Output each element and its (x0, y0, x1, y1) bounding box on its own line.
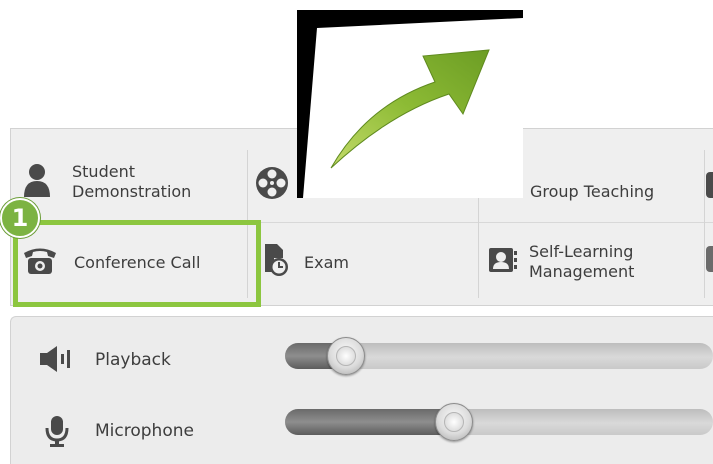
playback-slider-handle[interactable] (327, 337, 365, 375)
speaker-icon (40, 344, 74, 378)
column-divider (478, 190, 479, 298)
film-reel-icon (255, 166, 289, 204)
grid-item-exam[interactable]: Exam (262, 240, 472, 284)
playback-label: Playback (95, 350, 171, 370)
microphone-slider-fill (285, 409, 455, 435)
conference-call-highlight (13, 220, 261, 307)
green-arrow-icon (297, 10, 523, 198)
grid-item-student-demonstration[interactable]: Student Demonstration (22, 152, 247, 212)
grid-item-partial[interactable] (706, 244, 713, 274)
step-number-badge: 1 (0, 198, 40, 238)
self-learning-icon (487, 245, 519, 279)
grid-item-partial[interactable] (706, 170, 713, 200)
grid-item-label: Self-Learning Management (529, 242, 635, 281)
grid-item-label: Exam (304, 252, 349, 272)
microphone-slider-track[interactable] (285, 409, 713, 435)
audio-settings-panel (10, 316, 713, 464)
microphone-label: Microphone (95, 421, 194, 441)
green-arrow-graphic (297, 10, 523, 198)
partial-icon (706, 246, 713, 272)
exam-clock-icon (262, 242, 290, 282)
column-divider (704, 150, 705, 298)
microphone-icon (44, 415, 70, 451)
grid-item-self-learning-management[interactable]: Self-Learning Management (487, 232, 702, 292)
person-icon (22, 161, 62, 203)
microphone-slider-handle[interactable] (435, 403, 473, 441)
grid-item-group-teaching[interactable]: Group Teaching (530, 176, 700, 206)
partial-icon (706, 172, 713, 198)
grid-item-label: Student Demonstration (72, 162, 192, 201)
grid-item-label: Group Teaching (530, 181, 655, 201)
